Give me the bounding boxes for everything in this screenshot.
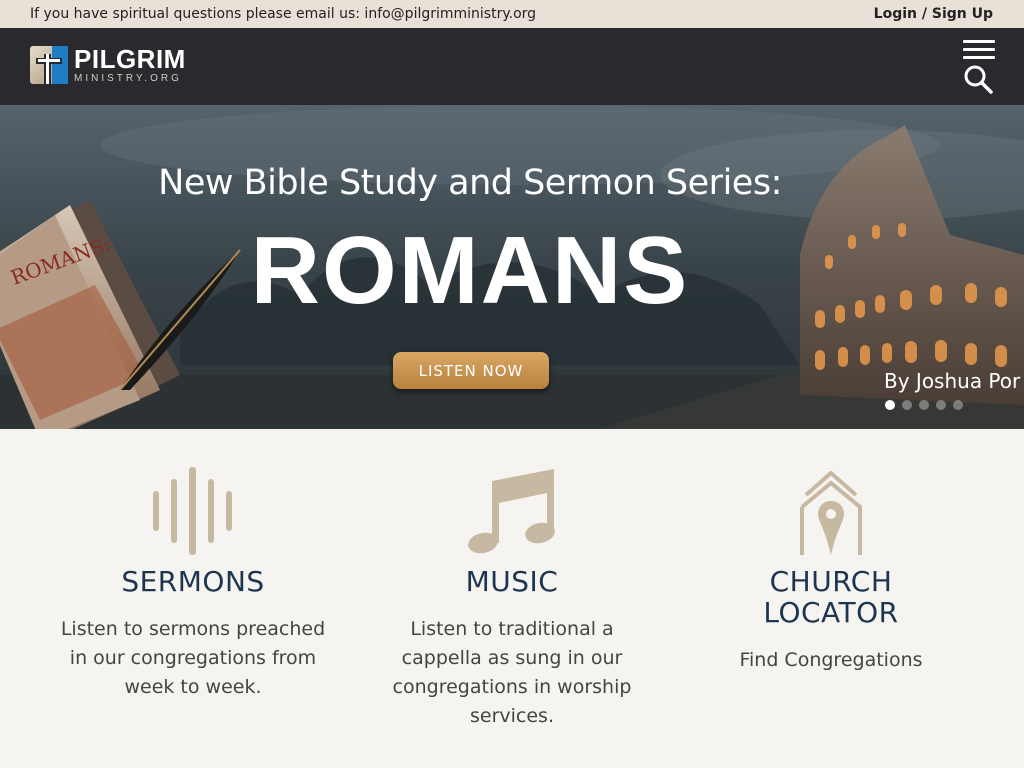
music-note-icon [466, 467, 558, 559]
carousel-dot-2[interactable] [902, 400, 912, 410]
sound-wave-icon [151, 467, 235, 559]
site-logo[interactable]: PILGRIM MINISTRY.ORG [30, 46, 186, 84]
carousel-pagination [885, 400, 963, 410]
carousel-dot-3[interactable] [919, 400, 929, 410]
feature-description: Listen to sermons preached in our congre… [60, 618, 326, 698]
hero-title: ROMANS [250, 217, 690, 324]
carousel-dot-5[interactable] [953, 400, 963, 410]
login-signup-link[interactable]: Login / Sign Up [874, 6, 993, 22]
contact-message: If you have spiritual questions please e… [30, 6, 537, 22]
hamburger-menu-icon[interactable] [963, 40, 995, 60]
site-header: PILGRIM MINISTRY.ORG [0, 28, 1024, 105]
feature-description: Find Congregations [739, 649, 923, 671]
logo-title: PILGRIM [74, 44, 186, 74]
features-section: SERMONS Listen to sermons preached in ou… [0, 429, 1024, 768]
feature-title[interactable]: MUSIC [380, 566, 644, 597]
carousel-dot-4[interactable] [936, 400, 946, 410]
hero-banner[interactable]: ROMANS: New Bible Study and Sermon Serie… [0, 105, 1024, 429]
carousel-dot-1[interactable] [885, 400, 895, 410]
logo-cross-icon [30, 46, 68, 84]
hero-heading: New Bible Study and Sermon Series: [158, 163, 782, 203]
feature-title-line1: CHURCH [769, 565, 893, 598]
feature-title-line2: LOCATOR [763, 596, 899, 629]
feature-title[interactable]: SERMONS [50, 566, 336, 597]
top-bar: If you have spiritual questions please e… [0, 0, 1024, 28]
logo-subtitle: MINISTRY.ORG [74, 73, 182, 84]
search-icon[interactable] [963, 64, 995, 94]
hero-byline: By Joshua Por [884, 369, 1021, 393]
feature-description: Listen to traditional a cappella as sung… [392, 618, 632, 727]
church-location-icon [798, 470, 864, 561]
feature-title[interactable]: CHURCH LOCATOR [716, 566, 946, 628]
listen-now-button[interactable]: LISTEN NOW [393, 352, 549, 389]
